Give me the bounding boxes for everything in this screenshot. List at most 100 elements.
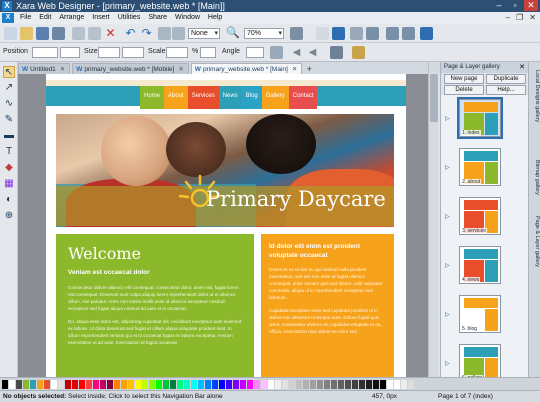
- new-document-icon[interactable]: [4, 27, 17, 40]
- position-y-field[interactable]: [60, 47, 80, 58]
- menu-file[interactable]: File: [16, 12, 35, 24]
- color-swatch[interactable]: [219, 379, 225, 389]
- color-swatch[interactable]: [226, 379, 232, 389]
- options-icon[interactable]: [402, 27, 415, 40]
- help-button[interactable]: Help...: [486, 85, 526, 95]
- color-swatch[interactable]: [212, 379, 218, 389]
- forward-icon[interactable]: ◀: [306, 46, 319, 59]
- color-swatch[interactable]: [2, 379, 8, 389]
- node-tool-icon[interactable]: ↗: [3, 82, 15, 94]
- nav-item-gallery[interactable]: Gallery: [261, 86, 289, 109]
- doc-restore-icon[interactable]: ❐: [516, 12, 523, 24]
- grid-icon[interactable]: [172, 27, 185, 40]
- color-swatch[interactable]: [324, 379, 330, 389]
- zoom-tool-icon[interactable]: ⊕: [3, 210, 15, 222]
- menu-window[interactable]: Window: [171, 12, 204, 24]
- color-swatch[interactable]: [366, 379, 372, 389]
- color-swatch[interactable]: [240, 379, 246, 389]
- width-field[interactable]: [98, 47, 120, 58]
- color-swatch[interactable]: [23, 379, 29, 389]
- fill-tool-icon[interactable]: ◆: [3, 162, 15, 174]
- undo-icon[interactable]: ↶: [124, 27, 137, 40]
- color-swatch[interactable]: [135, 379, 141, 389]
- save-icon[interactable]: [36, 27, 49, 40]
- transparency-tool-icon[interactable]: ▦: [3, 178, 15, 190]
- navigation-bar[interactable]: Home About Services News Blog Gallery Contact: [140, 86, 318, 109]
- scale-w-field[interactable]: [166, 47, 188, 58]
- transform-icon[interactable]: [330, 46, 343, 59]
- color-swatch[interactable]: [9, 379, 15, 389]
- canvas-area[interactable]: Home About Services News Blog Gallery Contact: [18, 74, 436, 377]
- tab-untitled1[interactable]: W Untitled1 ✕: [18, 63, 71, 75]
- color-swatch[interactable]: [72, 379, 78, 389]
- zoom-icon[interactable]: 🔍: [226, 27, 240, 40]
- expand-arrow-icon[interactable]: ▷: [445, 164, 450, 171]
- copy-icon[interactable]: [72, 27, 85, 40]
- nav-item-contact[interactable]: Contact: [288, 86, 318, 109]
- color-swatch[interactable]: [184, 379, 190, 389]
- close-icon[interactable]: ✕: [524, 0, 538, 11]
- color-swatch[interactable]: [387, 379, 393, 389]
- tab-close-icon[interactable]: ✕: [60, 64, 65, 75]
- doc-minimize-icon[interactable]: –: [506, 12, 510, 24]
- color-swatch[interactable]: [303, 379, 309, 389]
- color-swatch[interactable]: [149, 379, 155, 389]
- color-swatch[interactable]: [408, 379, 414, 389]
- welcome-panel[interactable]: Welcome Veniam est occaecat dolor Consec…: [56, 234, 254, 377]
- doc-close-icon[interactable]: ✕: [529, 12, 536, 24]
- flip-icon[interactable]: [270, 46, 283, 59]
- color-swatch[interactable]: [345, 379, 351, 389]
- menu-insert[interactable]: Insert: [88, 12, 114, 24]
- nav-item-home[interactable]: Home: [140, 86, 165, 109]
- minimize-icon[interactable]: –: [492, 0, 506, 11]
- color-swatch[interactable]: [51, 379, 57, 389]
- open-folder-icon[interactable]: [20, 27, 33, 40]
- tab-main[interactable]: W primary_website.web * [Main] ✕: [190, 63, 303, 75]
- side-tab-local-designs[interactable]: Local Designs gallery: [530, 66, 540, 126]
- contour-tool-icon[interactable]: ◐: [3, 194, 15, 206]
- help-icon[interactable]: [420, 27, 433, 40]
- page-thumbnail[interactable]: 5. blog: [459, 295, 501, 333]
- expand-arrow-icon[interactable]: ▷: [445, 115, 450, 122]
- color-swatch[interactable]: [373, 379, 379, 389]
- expand-arrow-icon[interactable]: ▷: [445, 213, 450, 220]
- color-swatch[interactable]: [128, 379, 134, 389]
- maximize-icon[interactable]: ▫: [508, 0, 522, 11]
- nav-item-about[interactable]: About: [164, 86, 188, 109]
- website-properties-icon[interactable]: [386, 27, 399, 40]
- app-menu-icon[interactable]: X: [2, 13, 14, 23]
- color-swatch[interactable]: [191, 379, 197, 389]
- tab-close-icon[interactable]: ✕: [292, 64, 297, 75]
- hero-banner[interactable]: Primary Daycare: [56, 114, 394, 227]
- page-thumbnail[interactable]: 1. index: [457, 97, 503, 139]
- tab-close-icon[interactable]: ✕: [178, 64, 183, 75]
- color-swatch[interactable]: [282, 379, 288, 389]
- expand-arrow-icon[interactable]: ▷: [445, 311, 450, 318]
- height-field[interactable]: [122, 47, 144, 58]
- menu-utilities[interactable]: Utilities: [114, 12, 145, 24]
- scrollbar-thumb[interactable]: [430, 74, 438, 122]
- color-swatch[interactable]: [268, 379, 274, 389]
- tab-mobile[interactable]: W primary_website.web * [Mobile] ✕: [72, 63, 189, 74]
- shape-tool-icon[interactable]: ▬: [3, 130, 15, 142]
- color-swatch[interactable]: [170, 379, 176, 389]
- vertical-scrollbar[interactable]: [428, 62, 438, 377]
- page-thumbnail[interactable]: 4. news: [459, 246, 501, 284]
- color-swatch[interactable]: [198, 379, 204, 389]
- stack-icon[interactable]: [158, 27, 171, 40]
- side-panel[interactable]: Id dolor elit enim est proident voluptat…: [261, 234, 394, 377]
- color-swatch[interactable]: [100, 379, 106, 389]
- duplicate-button[interactable]: Duplicate: [486, 74, 526, 84]
- color-swatch[interactable]: [233, 379, 239, 389]
- page-thumbnail[interactable]: 3. services: [459, 197, 501, 235]
- color-swatch[interactable]: [163, 379, 169, 389]
- freehand-tool-icon[interactable]: ∿: [3, 98, 15, 110]
- color-swatch[interactable]: [380, 379, 386, 389]
- text-tool-icon[interactable]: T: [3, 146, 15, 158]
- color-swatch[interactable]: [261, 379, 267, 389]
- side-tab-page-layer[interactable]: Page & Layer gallery: [530, 212, 540, 272]
- color-swatch[interactable]: [37, 379, 43, 389]
- color-swatch[interactable]: [359, 379, 365, 389]
- color-swatch[interactable]: [114, 379, 120, 389]
- pen-tool-icon[interactable]: ✎: [3, 114, 15, 126]
